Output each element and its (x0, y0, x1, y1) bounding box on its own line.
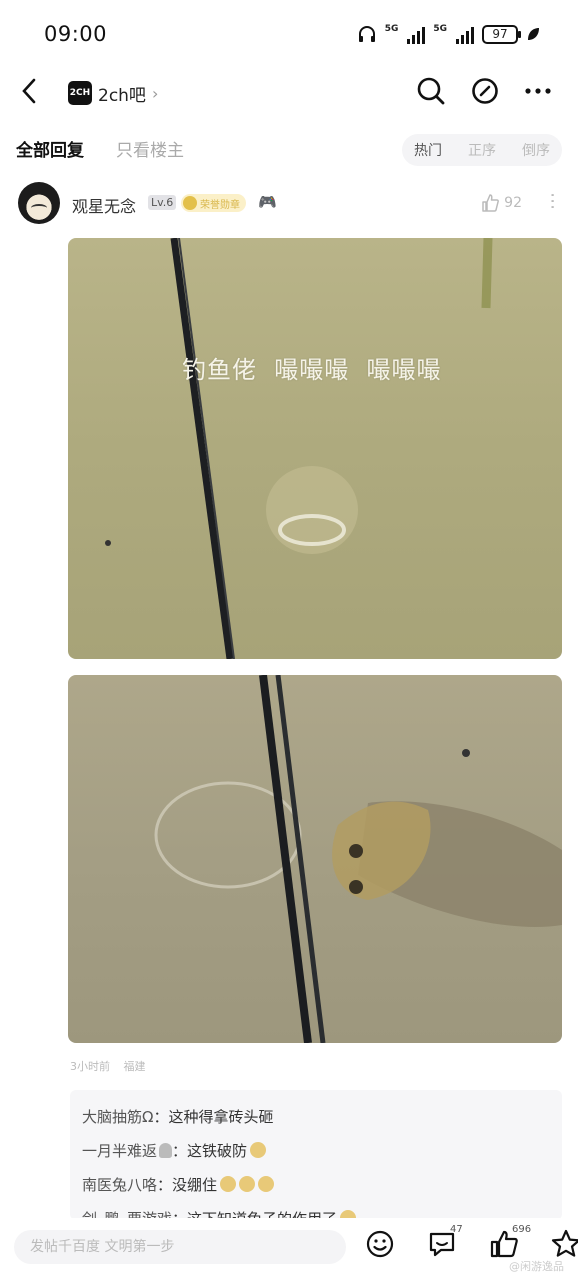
sort-desc[interactable]: 倒序 (522, 140, 550, 160)
bottom-bar: 发帖千百度 文明第一步 47 696 @闲游逸品 (0, 1218, 578, 1280)
reply-user: 大脑抽筋Ω (82, 1108, 154, 1126)
comment-button[interactable]: 47 (426, 1224, 463, 1260)
forum-logo: 2CH (68, 81, 92, 105)
emoji-icon (239, 1176, 256, 1192)
comment-count: 47 (450, 1224, 463, 1235)
tab-all-replies[interactable]: 全部回复 (16, 136, 84, 161)
list-item[interactable]: 南医兔八咯：没绷住 (82, 1168, 550, 1202)
tab-host-only[interactable]: 只看楼主 (116, 136, 184, 161)
username[interactable]: 观星无念 (72, 193, 136, 217)
status-bar: 09:00 5G 5G 97 (0, 0, 578, 70)
signal-icon (407, 24, 426, 44)
emoji-icon (258, 1176, 275, 1192)
reply-text: ：没绷住 (157, 1176, 218, 1194)
fishing-rod-illustration (105, 238, 493, 659)
emoji-icon (220, 1176, 237, 1192)
battery-icon: 97 (482, 24, 521, 44)
floor-replies[interactable]: 大脑抽筋Ω：这种得拿砖头砸 一月半难返 ：这铁破防 南医兔八咯：没绷住 剑_鹏_要… (70, 1090, 562, 1220)
signal-icon-2 (456, 24, 474, 44)
post-time: 3小时前 (70, 1060, 110, 1073)
reply-user: 南医兔八咯 (82, 1176, 158, 1194)
post-image-1[interactable]: 钓鱼佬 嘬嘬嘬 嘬嘬嘬 (68, 238, 562, 659)
leaf-icon (528, 28, 539, 40)
network-type-1: 5G (384, 24, 399, 34)
chevron-right-icon: › (151, 83, 159, 103)
list-item[interactable]: 大脑抽筋Ω：这种得拿砖头砸 (82, 1100, 550, 1134)
like-count: 696 (512, 1224, 532, 1235)
bottom-actions: 47 696 (364, 1224, 578, 1260)
network-type-2: 5G (433, 24, 447, 34)
gamepad-icon: 🎮 (258, 193, 277, 211)
headphones-icon (358, 26, 375, 42)
image-caption: 钓鱼佬 嘬嘬嘬 嘬嘬嘬 (182, 356, 442, 384)
reply-input[interactable]: 发帖千百度 文明第一步 (14, 1230, 346, 1264)
level-badge: Lv.6 (148, 195, 177, 210)
emoji-button[interactable] (364, 1228, 396, 1260)
watermark: @闲游逸品 (509, 1260, 564, 1273)
post-location: 福建 (123, 1060, 146, 1073)
ghost-icon (159, 1143, 173, 1158)
reply-text: ：这种得拿砖头砸 (153, 1108, 274, 1126)
post-meta: 3小时前 福建 (70, 1058, 156, 1074)
reply-user: 一月半难返 (82, 1142, 158, 1160)
list-item[interactable]: 一月半难返 ：这铁破防 (82, 1134, 550, 1168)
sort-hot[interactable]: 热门 (414, 140, 442, 160)
forum-link[interactable]: 2CH 2ch吧 › (68, 78, 158, 108)
more-icon[interactable] (524, 76, 552, 106)
thumb-up-icon (482, 194, 500, 212)
emoji-icon (250, 1142, 267, 1158)
honor-badge: 荣誉勋章 (181, 194, 246, 212)
favorite-button[interactable] (550, 1228, 578, 1260)
fish-illustration (154, 675, 562, 1043)
sort-toggle: 热门 正序 倒序 (402, 134, 562, 166)
like-button[interactable]: 696 (488, 1224, 531, 1260)
sort-asc[interactable]: 正序 (468, 140, 496, 160)
star-icon (551, 1229, 578, 1257)
medal-icon (183, 196, 197, 210)
reply-text: ：这铁破防 (172, 1142, 248, 1160)
avatar[interactable] (18, 182, 60, 224)
back-chevron-icon[interactable] (18, 76, 42, 106)
post-image-2[interactable] (68, 675, 562, 1043)
status-icons: 5G 5G 97 (357, 24, 540, 44)
post-like-button[interactable]: 92 (480, 193, 522, 213)
forum-name: 2ch吧 (98, 85, 146, 106)
smile-icon (366, 1230, 394, 1258)
top-nav: 2CH 2ch吧 › (0, 70, 578, 114)
post-more-icon[interactable]: ⋯ (542, 192, 563, 210)
nav-actions (416, 76, 552, 106)
post-like-count: 92 (504, 195, 522, 211)
honor-badge-label: 荣誉勋章 (200, 199, 240, 211)
search-icon[interactable] (416, 76, 446, 106)
status-time: 09:00 (44, 22, 108, 46)
post-author-row: 观星无念 Lv.6 荣誉勋章 🎮 92 ⋯ (0, 180, 578, 232)
reply-tabs: 全部回复 只看楼主 热门 正序 倒序 (0, 128, 578, 172)
edit-icon[interactable] (470, 76, 500, 106)
